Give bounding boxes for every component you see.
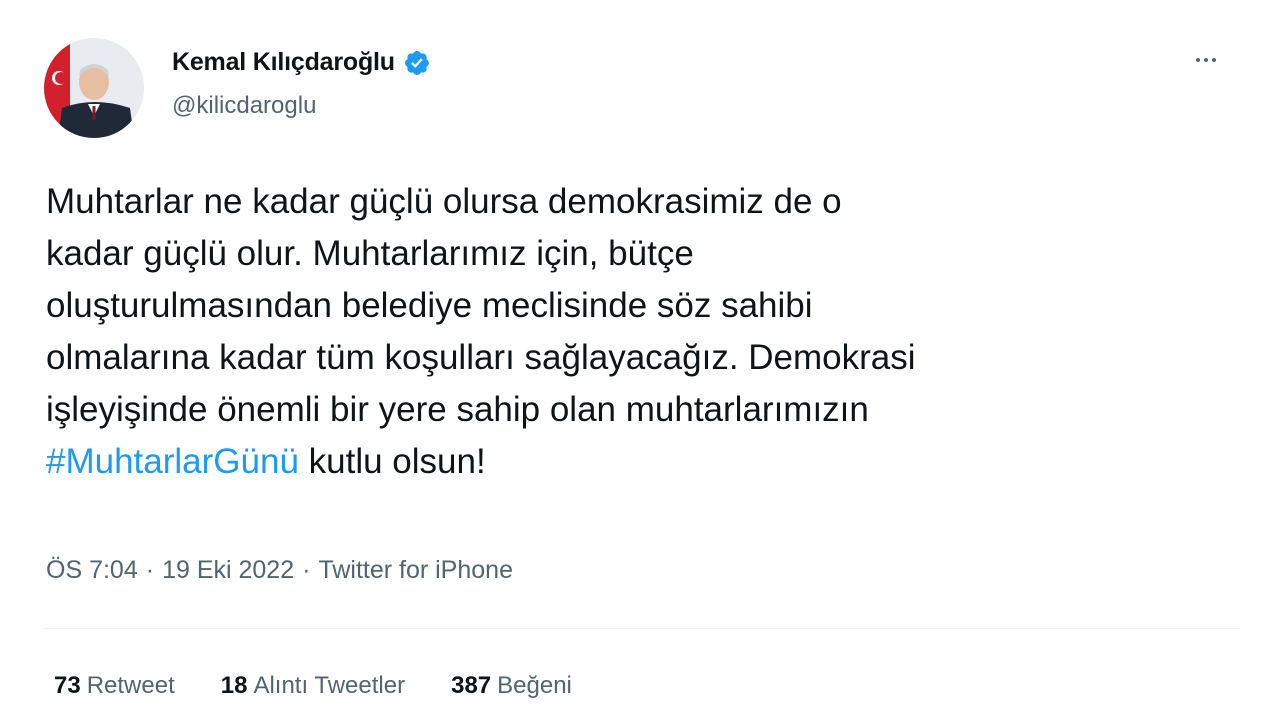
- tweet-text-tail: kutlu olsun!: [298, 442, 486, 481]
- divider: [44, 628, 1240, 629]
- quote-tweets-stat[interactable]: 18 Alıntı Tweetler: [221, 672, 405, 700]
- meta-separator: ·: [145, 556, 155, 584]
- retweets-stat[interactable]: 73 Retweet: [54, 672, 175, 700]
- tweet-meta: ÖS 7:04 · 19 Eki 2022 · Twitter for iPho…: [46, 556, 513, 585]
- author-name-row: Kemal Kılıçdaroğlu: [172, 48, 431, 77]
- tweet-text-line: kadar güçlü olur. Muhtarlarımız için, bü…: [46, 234, 694, 273]
- tweet-date[interactable]: 19 Eki 2022: [162, 556, 294, 585]
- meta-separator: ·: [302, 556, 311, 584]
- retweets-count: 73: [54, 672, 81, 699]
- tweet-text: Muhtarlar ne kadar güçlü olursa demokras…: [46, 176, 1226, 488]
- more-dot-icon: [1196, 58, 1200, 62]
- tweet-text-last-line: #MuhtarlarGünü kutlu olsun!: [46, 436, 1226, 488]
- verified-badge-icon: [404, 50, 429, 75]
- quotes-count: 18: [220, 672, 248, 699]
- retweets-label: Retweet: [86, 672, 175, 699]
- tweet-text-line: olmalarına kadar tüm koşulları sağlayaca…: [46, 338, 916, 377]
- quotes-label: Alıntı Tweetler: [253, 672, 406, 699]
- avatar[interactable]: [44, 38, 144, 138]
- tweet-text-line: Muhtarlar ne kadar güçlü olursa demokras…: [46, 182, 842, 221]
- tweet-time[interactable]: ÖS 7:04: [46, 556, 138, 585]
- likes-stat[interactable]: 387 Beğeni: [451, 672, 572, 700]
- tweet-card: Kemal Kılıçdaroğlu @kilicdaroglu Muhtarl…: [0, 0, 1280, 720]
- author-display-name[interactable]: Kemal Kılıçdaroğlu: [172, 48, 395, 77]
- more-options-button[interactable]: [1196, 58, 1216, 62]
- likes-count: 387: [451, 672, 492, 699]
- hashtag-link[interactable]: #MuhtarlarGünü: [46, 442, 299, 481]
- tweet-text-line: oluşturulmasından belediye meclisinde sö…: [46, 286, 813, 325]
- more-dot-icon: [1212, 58, 1216, 62]
- avatar-image: [44, 38, 144, 138]
- author-handle[interactable]: @kilicdaroglu: [172, 92, 316, 120]
- tweet-text-line: işleyişinde önemli bir yere sahip olan m…: [46, 390, 869, 429]
- tweet-stats: 73 Retweet 18 Alıntı Tweetler 387 Beğeni: [54, 672, 572, 700]
- tweet-source[interactable]: Twitter for iPhone: [318, 556, 513, 585]
- more-dot-icon: [1204, 58, 1208, 62]
- likes-label: Beğeni: [497, 672, 572, 699]
